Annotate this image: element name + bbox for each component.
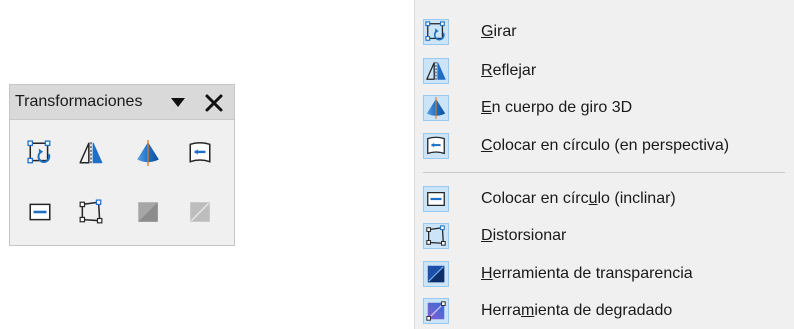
flip-icon [78, 140, 104, 166]
transparency-icon [135, 199, 161, 225]
transformations-menu: Girar Reflejar En cuerpo de giro 3D Colo… [414, 0, 794, 329]
rotate-icon [425, 21, 447, 43]
circle-slant-button[interactable] [23, 195, 57, 229]
rotation-3d-icon [425, 97, 447, 119]
circle-slant-icon [425, 188, 447, 210]
close-icon[interactable] [204, 93, 224, 113]
menu-item-gradient[interactable]: Herramienta de degradado [415, 293, 793, 329]
circle-perspective-icon [425, 135, 447, 157]
circle-perspective-icon [187, 140, 213, 166]
gradient-icon [425, 300, 447, 322]
transparency-button [131, 195, 165, 229]
menu-item-label: Herramienta de transparencia [481, 265, 693, 282]
menu-item-flip[interactable]: Reflejar [415, 53, 793, 89]
menu-item-label: En cuerpo de giro 3D [481, 99, 633, 116]
rotation-3d-icon [135, 140, 161, 166]
toolbar-titlebar[interactable]: Transformaciones [10, 85, 234, 120]
menu-item-label: Girar [481, 23, 517, 40]
distort-icon [78, 199, 104, 225]
transformations-toolbar: Transformaciones [9, 84, 235, 246]
circle-perspective-button[interactable] [183, 136, 217, 170]
distort-icon [425, 225, 447, 247]
menu-item-rotate[interactable]: Girar [415, 14, 793, 50]
rotation-3d-button[interactable] [131, 136, 165, 170]
menu-item-label: Herramienta de degradado [481, 302, 673, 319]
menu-separator [423, 172, 785, 173]
flip-icon [425, 60, 447, 82]
menu-item-label: Reflejar [481, 62, 537, 79]
menu-item-circle-perspective[interactable]: Colocar en círculo (en perspectiva) [415, 128, 793, 164]
toolbar-title: Transformaciones [15, 93, 143, 110]
gradient-icon [187, 199, 213, 225]
menu-item-rotation-3d[interactable]: En cuerpo de giro 3D [415, 90, 793, 126]
circle-slant-icon [27, 199, 53, 225]
rotate-button[interactable] [23, 136, 57, 170]
menu-item-label: Distorsionar [481, 227, 567, 244]
distort-button[interactable] [74, 195, 108, 229]
menu-item-distort[interactable]: Distorsionar [415, 218, 793, 254]
menu-item-circle-slant[interactable]: Colocar en círculo (inclinar) [415, 181, 793, 217]
rotate-icon [27, 140, 53, 166]
gradient-button [183, 195, 217, 229]
menu-item-label: Colocar en círculo (en perspectiva) [481, 137, 730, 154]
menu-item-transparency[interactable]: Herramienta de transparencia [415, 256, 793, 292]
toolbar-menu-dropdown-icon[interactable] [170, 95, 186, 109]
flip-button[interactable] [74, 136, 108, 170]
transparency-icon [425, 263, 447, 285]
menu-item-label: Colocar en círculo (inclinar) [481, 190, 676, 207]
